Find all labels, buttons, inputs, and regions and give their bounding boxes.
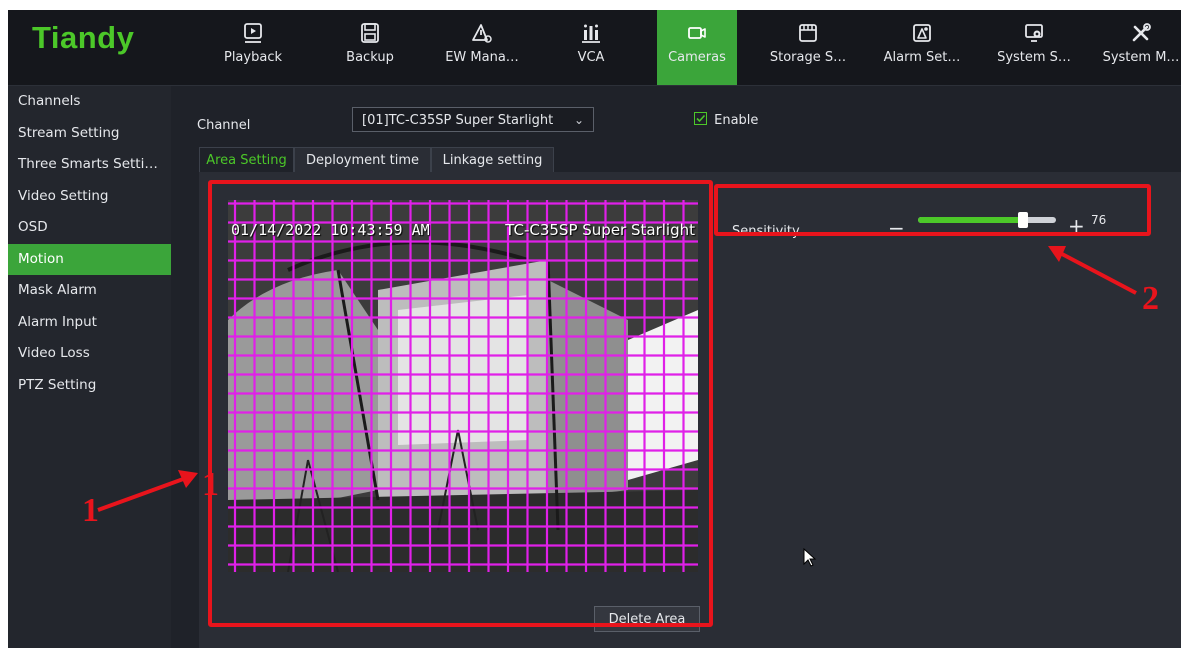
sidebar-item-three-smarts-setting[interactable]: Three Smarts Setti… xyxy=(8,149,171,181)
playback-icon xyxy=(244,23,262,43)
nav-cameras[interactable]: Cameras xyxy=(657,10,737,85)
sidebar-item-channels[interactable]: Channels xyxy=(8,86,171,118)
nav-label: Storage S… xyxy=(769,50,847,65)
annotation-number-2: 2 xyxy=(1142,280,1159,317)
top-navigation-bar: Tiandy Playback Backup EW Mana… VCA Came… xyxy=(8,10,1181,86)
nav-system-maintenance[interactable]: System M… xyxy=(1101,10,1181,85)
annotation-number-1: 1 xyxy=(82,492,99,529)
nav-playback[interactable]: Playback xyxy=(213,10,293,85)
sidebar-item-mask-alarm[interactable]: Mask Alarm xyxy=(8,275,171,307)
sidebar: Channels Stream Setting Three Smarts Set… xyxy=(8,86,171,648)
tab-linkage-setting[interactable]: Linkage setting xyxy=(431,147,554,173)
brand-logo: Tiandy xyxy=(32,20,135,55)
vca-icon xyxy=(582,24,600,43)
nav-storage-settings[interactable]: Storage S… xyxy=(768,10,848,85)
alarm-icon xyxy=(913,24,931,42)
system-settings-icon xyxy=(1025,24,1043,42)
annotation-box-1 xyxy=(208,180,713,627)
nav-label: System S… xyxy=(997,50,1071,65)
tab-area-setting[interactable]: Area Setting xyxy=(199,147,294,173)
sidebar-item-alarm-input[interactable]: Alarm Input xyxy=(8,307,171,339)
annotation-number-1-inner: 1 xyxy=(202,466,219,503)
sidebar-item-motion[interactable]: Motion xyxy=(8,243,171,275)
sidebar-item-video-setting[interactable]: Video Setting xyxy=(8,181,171,213)
camera-icon xyxy=(688,27,706,39)
nav-ew-management[interactable]: EW Mana… xyxy=(442,10,522,85)
save-icon xyxy=(361,23,379,43)
tab-deployment-time[interactable]: Deployment time xyxy=(294,147,431,173)
channel-select[interactable]: [01]TC-C35SP Super Starlight ⌄ xyxy=(352,107,594,132)
sidebar-item-ptz-setting[interactable]: PTZ Setting xyxy=(8,370,171,402)
nav-label: Alarm Set… xyxy=(883,50,961,65)
enable-toggle[interactable]: Enable xyxy=(694,111,758,131)
enable-checkbox[interactable] xyxy=(694,112,707,125)
nav-label: Backup xyxy=(346,50,394,65)
nav-alarm-settings[interactable]: Alarm Set… xyxy=(882,10,962,85)
enable-label: Enable xyxy=(714,113,759,128)
nav-label: EW Mana… xyxy=(445,50,519,65)
storage-icon xyxy=(799,24,817,42)
checkmark-icon xyxy=(696,114,706,123)
nav-vca[interactable]: VCA xyxy=(551,10,631,85)
nav-label: VCA xyxy=(577,50,605,65)
nav-backup[interactable]: Backup xyxy=(330,10,410,85)
nav-system-settings[interactable]: System S… xyxy=(994,10,1074,85)
sidebar-item-video-loss[interactable]: Video Loss xyxy=(8,338,171,370)
channel-label: Channel xyxy=(197,118,251,133)
warning-icon xyxy=(472,24,492,43)
sidebar-item-osd[interactable]: OSD xyxy=(8,212,171,244)
nav-label: Playback xyxy=(223,50,282,65)
channel-select-value: [01]TC-C35SP Super Starlight xyxy=(362,113,554,128)
nav-label: System M… xyxy=(1102,50,1180,65)
chevron-down-icon: ⌄ xyxy=(573,113,584,127)
nav-label: Cameras xyxy=(668,50,726,65)
mouse-cursor-icon xyxy=(803,548,817,567)
annotation-box-2 xyxy=(714,184,1151,236)
sidebar-item-stream-setting[interactable]: Stream Setting xyxy=(8,118,171,150)
tools-icon xyxy=(1132,23,1151,42)
